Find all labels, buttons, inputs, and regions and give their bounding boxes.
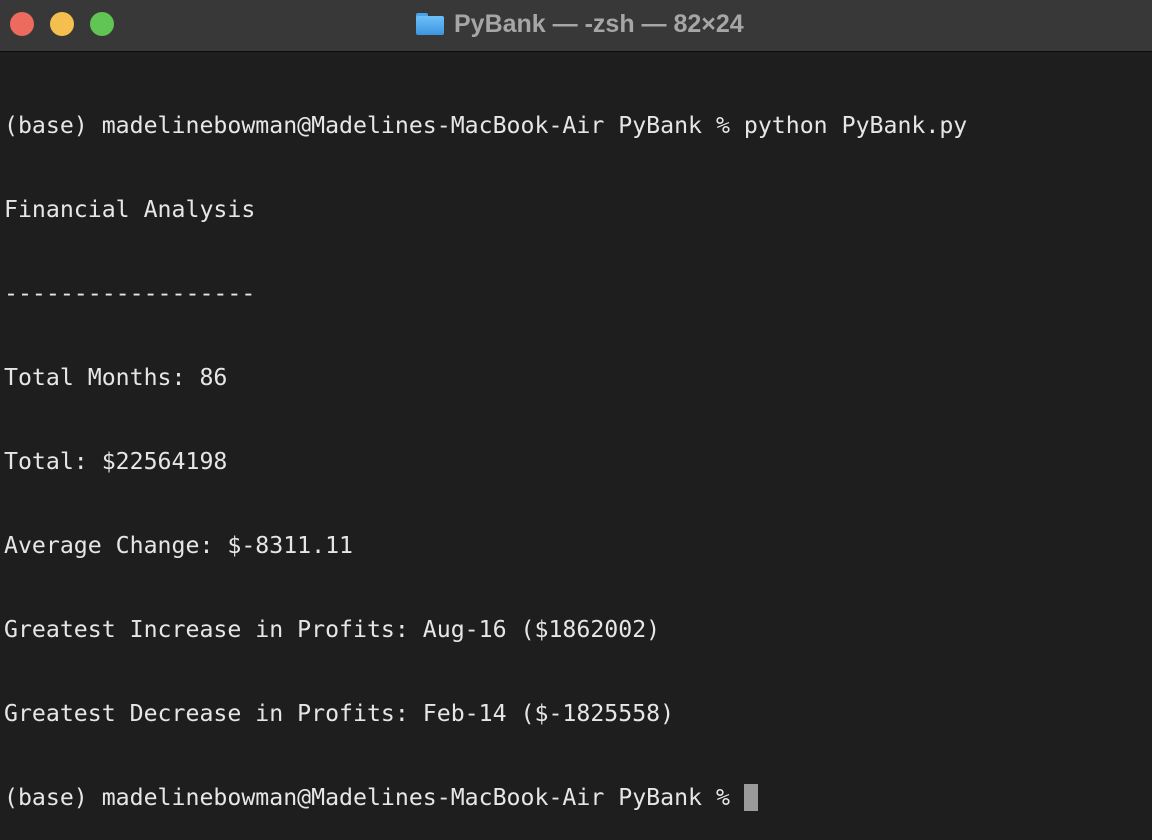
folder-icon <box>416 13 444 35</box>
terminal-line: (base) madelinebowman@Madelines-MacBook-… <box>4 112 968 139</box>
terminal-line: Financial Analysis <box>4 196 256 223</box>
terminal-line: Greatest Increase in Profits: Aug-16 ($1… <box>4 616 661 643</box>
terminal-line: Average Change: $-8311.11 <box>4 532 354 559</box>
prompt-line[interactable]: (base) madelinebowman@Madelines-MacBook-… <box>4 784 967 812</box>
terminal-line: ------------------ <box>4 280 256 307</box>
cursor <box>743 784 758 811</box>
terminal-line: Total Months: 86 <box>4 364 228 391</box>
terminal-output[interactable]: (base) madelinebowman@Madelines-MacBook-… <box>4 56 967 840</box>
close-button[interactable] <box>10 12 34 36</box>
terminal-line: Total: $22564198 <box>4 448 228 475</box>
window-title-text: PyBank — -zsh — 82×24 <box>454 9 744 38</box>
terminal-line: Greatest Decrease in Profits: Feb-14 ($-… <box>4 700 675 727</box>
zoom-button[interactable] <box>90 12 114 36</box>
minimize-button[interactable] <box>50 12 74 36</box>
prompt: (base) madelinebowman@Madelines-MacBook-… <box>4 784 744 811</box>
window-title: PyBank — -zsh — 82×24 <box>416 7 744 41</box>
title-bar[interactable]: PyBank — -zsh — 82×24 <box>0 0 1152 52</box>
